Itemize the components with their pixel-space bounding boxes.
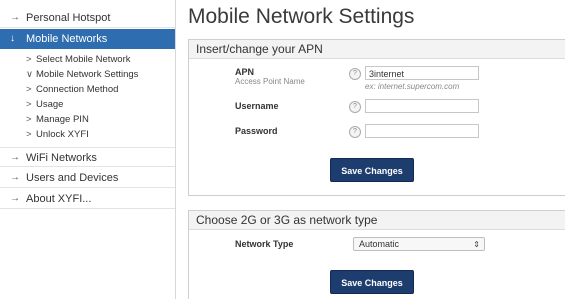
- sidebar: → Personal Hotspot ↓ Mobile Networks > Se…: [0, 0, 176, 299]
- arrow-down-icon: ↓: [10, 33, 15, 44]
- apn-input[interactable]: 3internet: [365, 66, 479, 80]
- apn-label: APN: [235, 67, 255, 77]
- subnav-select-mobile-network[interactable]: > Select Mobile Network: [26, 53, 131, 67]
- page-title: Mobile Network Settings: [188, 5, 415, 28]
- chevron-right-icon: >: [26, 129, 32, 140]
- subnav-label: Unlock XYFI: [36, 129, 89, 140]
- network-type-value: Automatic: [359, 239, 400, 249]
- sidebar-item-mobile-networks[interactable]: ↓ Mobile Networks: [0, 29, 175, 49]
- subnav-label: Select Mobile Network: [36, 54, 131, 65]
- chevron-right-icon: >: [26, 54, 32, 65]
- sidebar-item-personal-hotspot[interactable]: → Personal Hotspot: [0, 8, 175, 28]
- sidebar-item-label: WiFi Networks: [26, 152, 97, 164]
- sidebar-item-wifi-networks[interactable]: → WiFi Networks: [0, 147, 175, 167]
- subnav-manage-pin[interactable]: > Manage PIN: [26, 113, 89, 127]
- username-label: Username: [235, 101, 279, 111]
- sidebar-item-users-and-devices[interactable]: → Users and Devices: [0, 168, 175, 188]
- help-icon[interactable]: ?: [349, 68, 361, 80]
- arrow-right-icon: →: [10, 193, 20, 204]
- network-type-select[interactable]: Automatic ⇕: [353, 237, 485, 251]
- password-label: Password: [235, 126, 278, 136]
- save-changes-button[interactable]: Save Changes: [330, 270, 414, 294]
- save-changes-button[interactable]: Save Changes: [330, 158, 414, 182]
- apn-hint: ex: internet.supercom.com: [365, 82, 460, 91]
- arrow-right-icon: →: [10, 172, 20, 183]
- select-arrows-icon: ⇕: [473, 240, 480, 249]
- subnav-usage[interactable]: > Usage: [26, 98, 63, 112]
- sidebar-item-about-xyfi[interactable]: → About XYFI...: [0, 189, 175, 209]
- arrow-right-icon: →: [10, 152, 20, 163]
- apn-panel: Insert/change your APN APN Access Point …: [188, 39, 565, 196]
- network-type-panel: Choose 2G or 3G as network type Network …: [188, 210, 565, 299]
- subnav-connection-method[interactable]: > Connection Method: [26, 83, 118, 97]
- help-icon[interactable]: ?: [349, 126, 361, 138]
- chevron-right-icon: >: [26, 99, 32, 110]
- chevron-down-icon: ∨: [26, 69, 33, 80]
- sidebar-item-label: Mobile Networks: [26, 33, 108, 45]
- sidebar-item-label: Personal Hotspot: [26, 12, 111, 24]
- subnav-mobile-network-settings[interactable]: ∨ Mobile Network Settings: [26, 68, 138, 82]
- apn-panel-heading: Insert/change your APN: [189, 40, 565, 59]
- arrow-right-icon: →: [10, 12, 20, 23]
- chevron-right-icon: >: [26, 84, 32, 95]
- sidebar-item-label: Users and Devices: [26, 172, 119, 184]
- subnav-label: Manage PIN: [36, 114, 89, 125]
- network-type-heading: Choose 2G or 3G as network type: [189, 211, 565, 230]
- network-type-label: Network Type: [235, 239, 294, 249]
- apn-sublabel: Access Point Name: [235, 77, 305, 86]
- help-icon[interactable]: ?: [349, 101, 361, 113]
- username-input[interactable]: [365, 99, 479, 113]
- subnav-label: Connection Method: [36, 84, 119, 95]
- sidebar-item-label: About XYFI...: [26, 193, 92, 205]
- subnav-label: Mobile Network Settings: [36, 69, 139, 80]
- subnav-label: Usage: [36, 99, 64, 110]
- password-input[interactable]: [365, 124, 479, 138]
- chevron-right-icon: >: [26, 114, 32, 125]
- subnav-unlock-xyfi[interactable]: > Unlock XYFI: [26, 128, 89, 142]
